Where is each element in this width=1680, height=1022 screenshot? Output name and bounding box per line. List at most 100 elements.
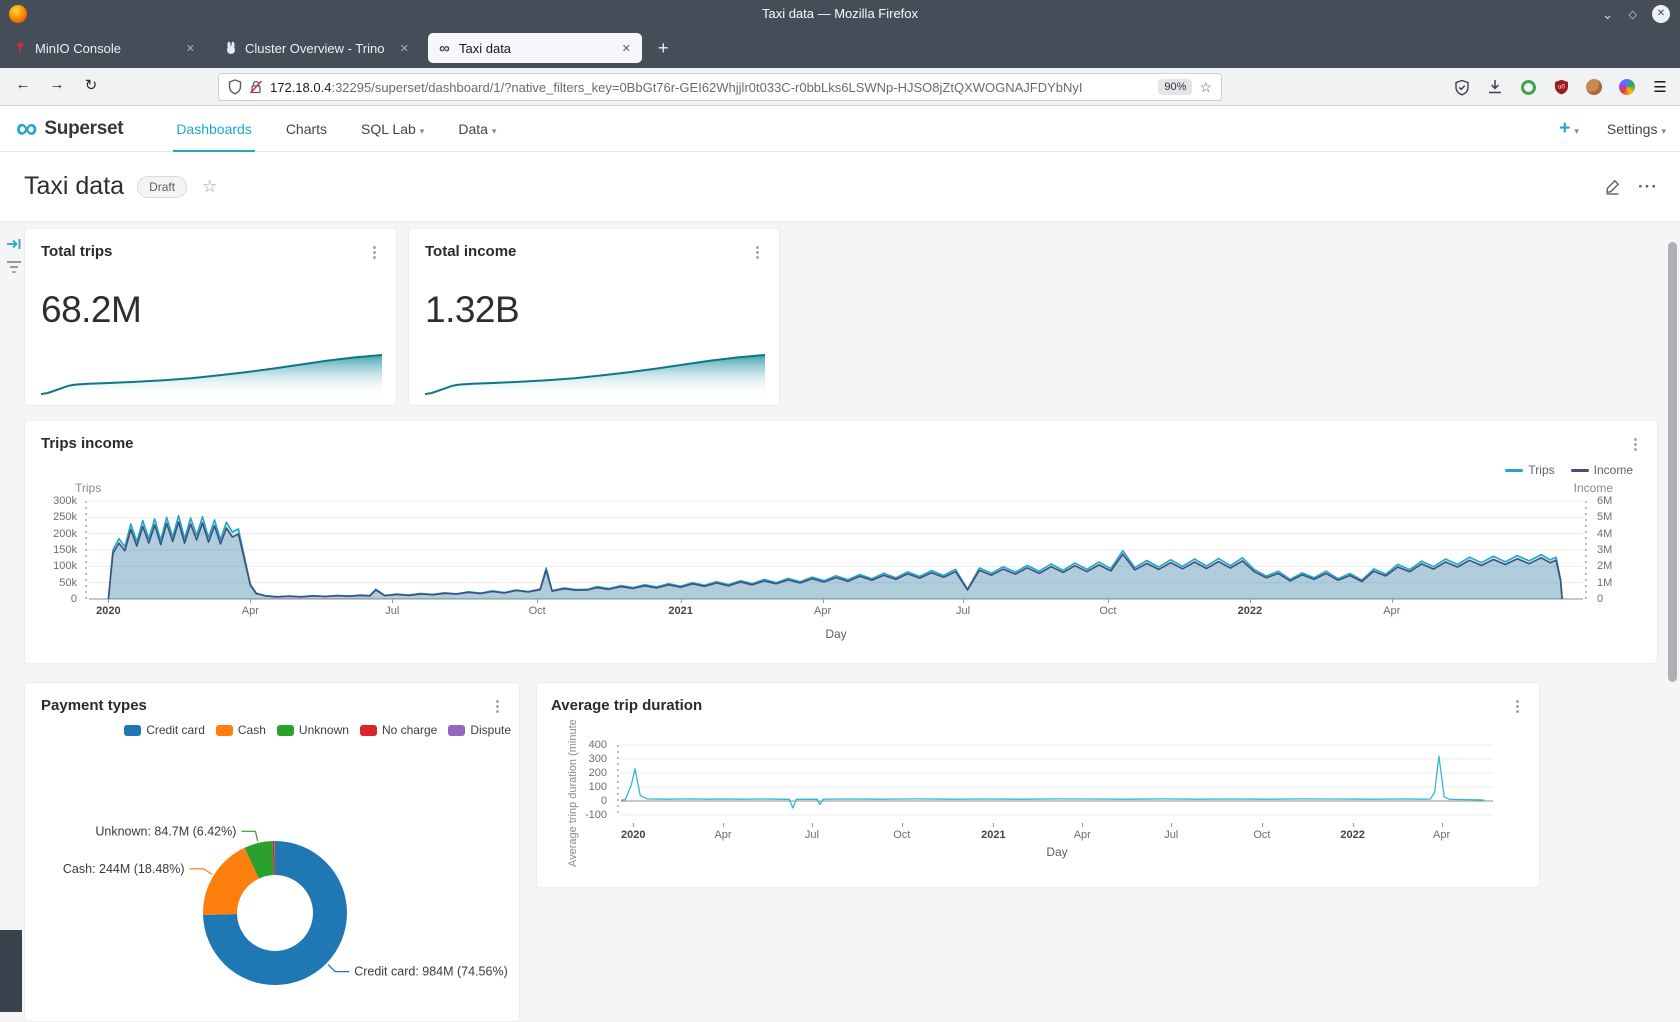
permissions-shield-icon[interactable] — [228, 79, 242, 95]
minio-flamingo-icon — [13, 41, 28, 56]
legend-swatch — [124, 725, 141, 736]
trendline-sparkline[interactable] — [425, 351, 765, 397]
url-text[interactable]: 172.18.0.4:32295/superset/dashboard/1/?n… — [270, 80, 1151, 95]
new-item-plus-button[interactable]: +▾ — [1559, 118, 1579, 140]
ublock-shield-icon[interactable]: u0 — [1551, 77, 1571, 97]
big-number-value: 1.32B — [425, 289, 519, 331]
legend-item[interactable]: Unknown — [277, 723, 349, 737]
kebab-menu-icon[interactable]: ⋮ — [1628, 435, 1643, 453]
y-axis-title-right: Income — [1574, 481, 1613, 495]
download-icon[interactable] — [1485, 77, 1505, 97]
settings-menu[interactable]: Settings▾ — [1607, 121, 1666, 137]
tab-trino[interactable]: Cluster Overview - Trino ✕ — [214, 33, 420, 63]
nav-item-data[interactable]: Data▾ — [441, 106, 513, 152]
reload-button[interactable]: ↻ — [80, 76, 102, 94]
legend-swatch — [1505, 469, 1523, 472]
legend-item[interactable]: Dispute — [448, 723, 511, 737]
tab-strip: MinIO Console ✕ Cluster Overview - Trino… — [0, 28, 1680, 68]
window-minimize-button[interactable]: ⌄ — [1602, 9, 1614, 19]
window-title: Taxi data — Mozilla Firefox — [0, 0, 1680, 28]
favorite-star-icon[interactable]: ☆ — [202, 177, 217, 197]
y-axis-ticks-right: 6M5M4M3M2M1M0 — [1591, 501, 1651, 599]
chart-title: Trips income — [41, 435, 134, 452]
kebab-menu-icon[interactable]: ⋮ — [367, 243, 382, 261]
chart-legend: Trips Income — [1505, 463, 1633, 477]
colorful-pinwheel-icon[interactable] — [1617, 77, 1637, 97]
y-axis-ticks: 4003002001000-100 — [581, 745, 613, 815]
chart-legend: Credit card Cash Unknown No charge Dispute — [124, 723, 511, 737]
window-maximize-button[interactable]: ◇ — [1629, 8, 1637, 21]
legend-swatch — [1571, 469, 1589, 472]
tab-close-icon[interactable]: ✕ — [620, 42, 633, 55]
filter-funnel-icon[interactable] — [6, 260, 22, 276]
browser-toolbar: ← → ↻ 172.18.0.4:32295/superset/dashboar… — [0, 68, 1680, 106]
card-avg-trip-duration: Average trip duration ⋮ Average trinp du… — [536, 682, 1540, 888]
tab-taxi-data[interactable]: ∞ Taxi data ✕ — [428, 33, 642, 63]
edit-dashboard-button[interactable] — [1604, 178, 1621, 195]
superset-logo[interactable]: ∞ Superset — [16, 116, 123, 142]
tab-label: Taxi data — [459, 41, 613, 56]
tab-label: MinIO Console — [35, 41, 177, 56]
legend-item[interactable]: Credit card — [124, 723, 205, 737]
legend-item[interactable]: Trips — [1505, 463, 1554, 477]
url-bar[interactable]: 172.18.0.4:32295/superset/dashboard/1/?n… — [218, 73, 1222, 101]
superset-favicon: ∞ — [437, 41, 452, 56]
tab-minio-console[interactable]: MinIO Console ✕ — [4, 33, 206, 63]
x-axis-title: Day — [89, 627, 1583, 641]
svg-text:Unknown: 84.7M (6.42%): Unknown: 84.7M (6.42%) — [95, 824, 236, 838]
scrollbar-thumb[interactable] — [1668, 242, 1677, 682]
forward-button[interactable]: → — [46, 76, 68, 93]
zoom-level-badge[interactable]: 90% — [1158, 79, 1192, 95]
more-actions-button[interactable]: ··· — [1638, 177, 1658, 197]
tab-close-icon[interactable]: ✕ — [398, 42, 411, 55]
legend-item[interactable]: Income — [1571, 463, 1633, 477]
trips-income-plot[interactable] — [89, 501, 1583, 599]
back-button[interactable]: ← — [12, 76, 34, 93]
chevron-down-icon: ▾ — [492, 126, 497, 136]
page-title: Taxi data — [24, 172, 124, 201]
nav-item-charts[interactable]: Charts — [269, 106, 344, 152]
kebab-menu-icon[interactable]: ⋮ — [490, 697, 505, 715]
bottom-left-panel — [0, 930, 22, 1012]
chart-title: Average trip duration — [551, 697, 702, 714]
superset-infinity-icon: ∞ — [16, 116, 37, 142]
x-axis-ticks: 2020AprJulOct2021AprJulOct2022Apr — [621, 823, 1493, 845]
tab-close-icon[interactable]: ✕ — [184, 42, 197, 55]
bookmark-star-icon[interactable]: ☆ — [1199, 79, 1212, 96]
menu-hamburger-icon[interactable]: ☰ — [1650, 77, 1670, 97]
window-close-button[interactable]: ✕ — [1652, 5, 1670, 23]
kebab-menu-icon[interactable]: ⋮ — [750, 243, 765, 261]
legend-item[interactable]: No charge — [360, 723, 437, 737]
cookie-icon[interactable] — [1584, 77, 1604, 97]
card-payment-types: Payment types ⋮ Credit cardCashUnknownNo… — [24, 682, 520, 1022]
card-trips-income: Trips income ⋮ TripsIncome Trips Income … — [24, 420, 1658, 664]
nav-item-dashboards[interactable]: Dashboards — [159, 106, 269, 152]
expand-filter-bar-icon[interactable] — [6, 236, 22, 252]
nav-item-sql-lab[interactable]: SQL Lab▾ — [344, 106, 441, 152]
chevron-down-icon: ▾ — [1574, 126, 1579, 136]
kebab-menu-icon[interactable]: ⋮ — [1510, 697, 1525, 715]
extension-green-ring-icon[interactable] — [1518, 77, 1538, 97]
dashboard-header: Taxi data Draft ☆ ··· — [0, 152, 1680, 222]
legend-item[interactable]: Cash — [216, 723, 266, 737]
y-axis-title-left: Trips — [75, 481, 101, 495]
legend-swatch — [360, 725, 377, 736]
protections-shield-check-icon[interactable] — [1452, 77, 1472, 97]
avg-duration-plot[interactable] — [621, 745, 1493, 815]
svg-text:Cash: 244M (18.48%): Cash: 244M (18.48%) — [63, 862, 185, 876]
dashboard-canvas: Total trips ⋮ 68.2M Total income ⋮ 1.32B… — [0, 222, 1680, 1012]
x-axis-ticks: 2020AprJulOct2021AprJulOct2022Apr — [89, 599, 1583, 621]
chevron-down-icon: ▾ — [420, 126, 425, 136]
card-total-trips: Total trips ⋮ 68.2M — [24, 228, 397, 406]
superset-navbar: ∞ Superset Dashboards Charts SQL Lab▾ Da… — [0, 106, 1680, 152]
new-tab-button[interactable]: + — [650, 38, 677, 59]
payment-donut-chart[interactable]: Credit card: 984M (74.56%)Cash: 244M (18… — [25, 741, 519, 1021]
legend-swatch — [448, 725, 465, 736]
x-axis-title: Day — [621, 845, 1493, 859]
draft-status-badge: Draft — [137, 176, 187, 198]
svg-text:u0: u0 — [1558, 85, 1565, 91]
window-titlebar: Taxi data — Mozilla Firefox ⌄ ◇ ✕ — [0, 0, 1680, 28]
trendline-sparkline[interactable] — [41, 351, 382, 397]
insecure-lock-icon[interactable] — [249, 79, 263, 95]
chart-title: Total income — [425, 243, 516, 260]
